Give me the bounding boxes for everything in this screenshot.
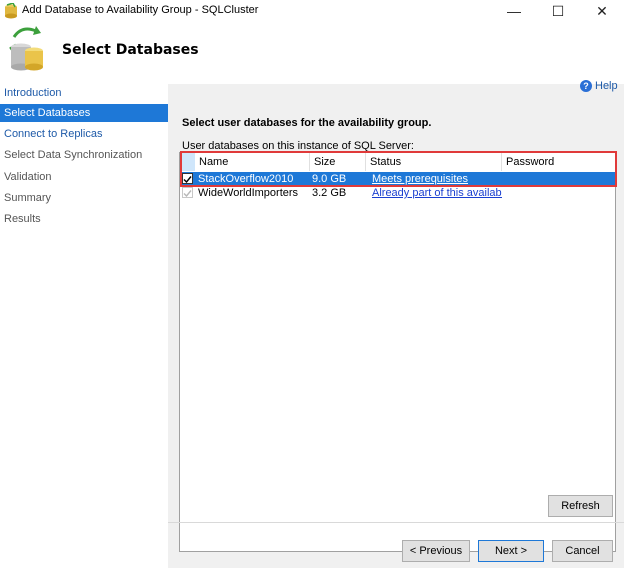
next-button[interactable]: Next > bbox=[478, 540, 544, 562]
nav-item-results: Results bbox=[4, 213, 41, 225]
select-all-column-header[interactable] bbox=[180, 153, 195, 171]
checkmark-icon bbox=[183, 176, 192, 183]
title-bar: Add Database to Availability Group - SQL… bbox=[0, 0, 624, 22]
database-grid: Name Size Status Password StackOverflow2… bbox=[179, 152, 616, 552]
grid-header: Name Size Status Password bbox=[180, 153, 615, 171]
nav-item-connect-to-replicas[interactable]: Connect to Replicas bbox=[0, 125, 168, 143]
database-size: 9.0 GB bbox=[312, 173, 347, 185]
nav-item-select-databases[interactable]: Select Databases bbox=[0, 104, 168, 122]
wizard-sidebar: Introduction Select Databases Connect to… bbox=[0, 84, 168, 568]
maximize-button[interactable]: ☐ bbox=[536, 0, 580, 22]
row-checkbox bbox=[182, 187, 193, 198]
column-header-name[interactable]: Name bbox=[195, 153, 310, 171]
database-size: 3.2 GB bbox=[312, 187, 347, 199]
database-status-link[interactable]: Meets prerequisites bbox=[372, 172, 502, 186]
table-row[interactable]: WideWorldImporters 3.2 GB Already part o… bbox=[180, 186, 615, 200]
nav-item-validation: Validation bbox=[4, 171, 52, 183]
help-label: Help bbox=[595, 80, 618, 92]
footer-divider bbox=[168, 522, 624, 523]
refresh-button[interactable]: Refresh bbox=[548, 495, 613, 517]
column-header-password[interactable]: Password bbox=[502, 153, 615, 171]
nav-item-select-data-synchronization: Select Data Synchronization bbox=[4, 149, 143, 161]
minimize-button[interactable]: — bbox=[492, 0, 536, 22]
page-title: Select Databases bbox=[62, 42, 199, 58]
instruction-text: Select user databases for the availabili… bbox=[182, 117, 432, 129]
database-sync-icon bbox=[9, 26, 43, 71]
database-wizard-icon bbox=[5, 3, 17, 19]
database-status-link[interactable]: Already part of this availabilit... bbox=[372, 186, 502, 200]
help-icon: ? bbox=[580, 80, 592, 92]
database-name: WideWorldImporters bbox=[198, 187, 299, 199]
nav-item-introduction[interactable]: Introduction bbox=[0, 84, 168, 102]
database-name: StackOverflow2010 bbox=[198, 173, 294, 185]
row-checkbox[interactable] bbox=[182, 173, 193, 184]
table-row[interactable]: StackOverflow2010 9.0 GB Meets prerequis… bbox=[180, 172, 615, 186]
help-link[interactable]: ? Help bbox=[580, 80, 618, 92]
close-button[interactable]: ✕ bbox=[580, 0, 624, 22]
page-header: Select Databases bbox=[0, 22, 624, 84]
cancel-button[interactable]: Cancel bbox=[552, 540, 613, 562]
main-panel: ? Help Select user databases for the ava… bbox=[168, 80, 624, 568]
column-header-status[interactable]: Status bbox=[366, 153, 502, 171]
nav-item-summary: Summary bbox=[4, 192, 52, 204]
database-list-label: User databases on this instance of SQL S… bbox=[182, 140, 414, 152]
window-title: Add Database to Availability Group - SQL… bbox=[22, 4, 259, 16]
checkmark-icon bbox=[183, 190, 192, 197]
previous-button[interactable]: < Previous bbox=[402, 540, 470, 562]
column-header-size[interactable]: Size bbox=[310, 153, 366, 171]
